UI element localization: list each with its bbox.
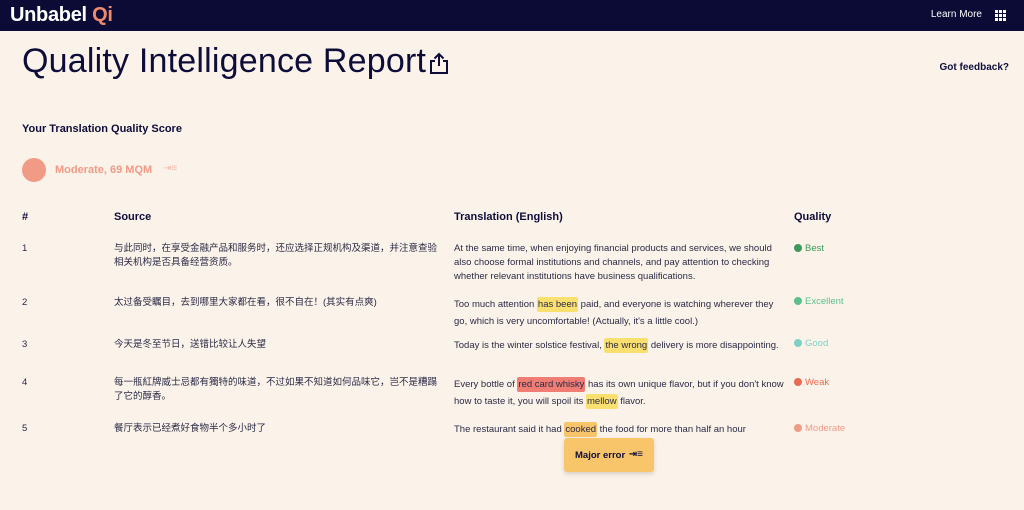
top-bar: Unbabel Qi Learn More [0, 0, 1024, 31]
logo[interactable]: Unbabel Qi [10, 4, 113, 27]
quality-label: Good [805, 338, 829, 349]
expand-icon[interactable]: ⇥≡ [629, 449, 643, 460]
expand-icon[interactable]: ⇥≡ [163, 163, 177, 174]
logo-accent: Qi [92, 4, 113, 26]
page-title: Quality Intelligence Report [22, 42, 427, 80]
column-header-quality: Quality [794, 211, 832, 223]
quality-badge: Weak [794, 376, 829, 390]
quality-label: Weak [805, 377, 830, 388]
highlighted-error[interactable]: red card whisky [517, 377, 586, 392]
quality-label: Moderate [805, 423, 846, 434]
share-icon[interactable] [428, 52, 450, 76]
source-text: 每一瓶紅牌威士忌都有獨特的味道，不过如果不知道如何品味它，岂不是糟蹋了它的醇香。 [114, 377, 438, 402]
column-header-number: # [22, 211, 29, 223]
highlighted-error[interactable]: cooked [564, 422, 598, 437]
score-label: Moderate, 69 MQM [55, 164, 153, 176]
translation-text: Today is the winter solstice festival, t… [454, 338, 794, 353]
translation-text: The restaurant said it had cooked the fo… [454, 422, 794, 437]
highlighted-error[interactable]: the wrong [604, 338, 649, 353]
translation-segment: Every bottle of [454, 379, 518, 390]
source-text: 餐厅表示已经煮好食物半个多小时了 [114, 423, 267, 434]
column-header-translation: Translation (English) [454, 211, 563, 223]
row-number: 1 [22, 243, 28, 254]
quality-dot [794, 244, 802, 252]
logo-text: Unbabel [10, 4, 87, 26]
error-tooltip[interactable]: Major error ⇥≡ [564, 438, 654, 472]
row-number: 2 [22, 297, 28, 308]
source-text: 今天是冬至节日，送错比较让人失望 [114, 339, 267, 350]
highlighted-error[interactable]: mellow [586, 394, 618, 409]
quality-badge: Excellent [794, 295, 844, 309]
quality-dot [794, 424, 802, 432]
score-heading: Your Translation Quality Score [22, 123, 182, 135]
quality-badge: Moderate [794, 422, 845, 436]
translation-segment: The restaurant said it had [454, 424, 565, 435]
highlighted-error[interactable]: has been [536, 297, 579, 312]
row-number: 4 [22, 377, 28, 388]
translation-text: At the same time, when enjoying financia… [454, 242, 784, 284]
translation-segment: flavor. [617, 396, 646, 407]
feedback-link[interactable]: Got feedback? [940, 62, 1009, 73]
quality-dot [794, 297, 802, 305]
grid-icon[interactable] [995, 10, 1006, 21]
translation-segment: delivery is more disappointing. [648, 340, 779, 351]
score-indicator [22, 158, 46, 182]
column-header-source: Source [114, 211, 152, 223]
translation-segment: the food for more than half an hour [597, 424, 746, 435]
row-number: 3 [22, 339, 28, 350]
translation-text: Every bottle of red card whisky has its … [454, 376, 784, 410]
quality-badge: Good [794, 337, 828, 351]
source-text: 与此同时，在享受金融产品和服务时，还应选择正规机构及渠道，并注意查验相关机构是否… [114, 243, 438, 268]
quality-label: Excellent [805, 296, 844, 307]
quality-dot [794, 339, 802, 347]
translation-text: Too much attention has been paid, and ev… [454, 296, 784, 330]
quality-label: Best [805, 243, 825, 254]
translation-segment: Today is the winter solstice festival, [454, 340, 605, 351]
row-number: 5 [22, 423, 28, 434]
translation-segment: At the same time, when enjoying financia… [454, 243, 772, 282]
learn-more-link[interactable]: Learn More [931, 9, 982, 20]
quality-badge: Best [794, 242, 824, 256]
error-severity-label: Major error [575, 450, 626, 461]
quality-dot [794, 378, 802, 386]
translation-segment: Too much attention [454, 299, 537, 310]
source-text: 太过备受瞩目，去到哪里大家都在看，很不自在！(其实有点爽) [114, 297, 377, 308]
